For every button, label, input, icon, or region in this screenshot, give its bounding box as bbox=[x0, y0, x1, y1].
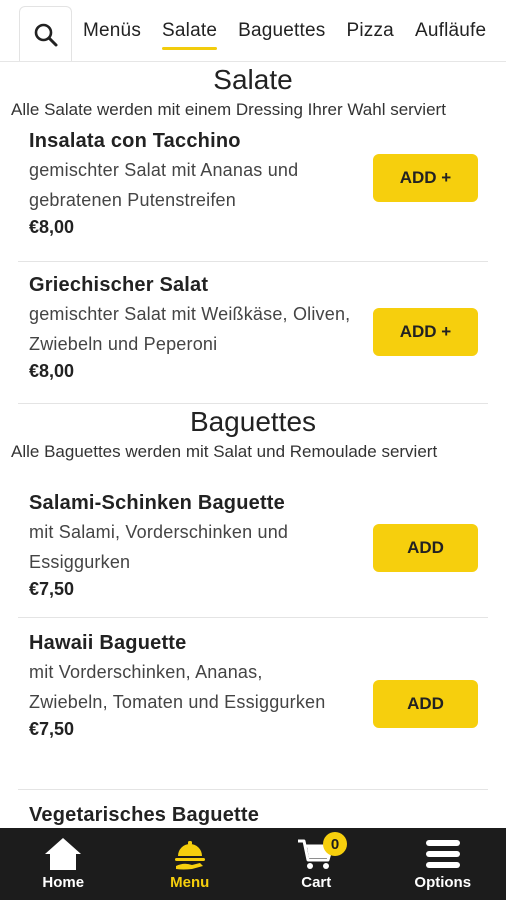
section-title: Baguettes bbox=[189, 406, 317, 437]
add-button[interactable]: ADD bbox=[373, 680, 478, 728]
tab-menus[interactable]: Menüs bbox=[83, 16, 141, 46]
item-price: €7,50 bbox=[29, 579, 75, 599]
menu-item[interactable]: Insalata con Tacchino gemischter Salat m… bbox=[18, 120, 488, 262]
bottom-navigation: Home Menu 0 Cart Options bbox=[0, 828, 506, 900]
nav-menu[interactable]: Menu bbox=[127, 828, 254, 900]
nav-options[interactable]: Options bbox=[380, 828, 506, 900]
add-button[interactable]: ADD + bbox=[373, 308, 478, 356]
item-name: Griechischer Salat bbox=[29, 274, 209, 296]
item-price: €8,00 bbox=[29, 217, 75, 237]
hamburger-icon bbox=[425, 840, 460, 868]
nav-label: Cart bbox=[301, 874, 332, 891]
nav-label: Options bbox=[414, 874, 472, 891]
section-description: Alle Salate werden mit einem Dressing Ih… bbox=[11, 100, 446, 119]
menu-item[interactable]: Hawaii Baguette mit Vorderschinken, Anan… bbox=[18, 618, 488, 790]
search-button[interactable] bbox=[19, 6, 72, 61]
item-name: Insalata con Tacchino bbox=[29, 130, 241, 152]
item-name: Vegetarisches Baguette bbox=[29, 804, 260, 826]
add-button[interactable]: ADD + bbox=[373, 154, 478, 202]
section-description: Alle Baguettes werden mit Salat und Remo… bbox=[11, 442, 438, 461]
add-button[interactable]: ADD bbox=[373, 524, 478, 572]
section-title: Salate bbox=[213, 64, 293, 95]
search-icon bbox=[34, 23, 57, 46]
item-description: mit Salami, Vorderschinken und Essiggurk… bbox=[29, 522, 289, 572]
category-tabs: Menüs Salate Baguettes Pizza Aufläufe bbox=[83, 0, 506, 61]
tab-auflaeufe[interactable]: Aufläufe bbox=[415, 16, 486, 46]
item-price: €8,00 bbox=[29, 361, 75, 381]
section-salate: Salate Alle Salate werden mit einem Dres… bbox=[0, 62, 506, 404]
tab-pizza[interactable]: Pizza bbox=[346, 16, 393, 46]
menu-item[interactable]: Salami-Schinken Baguette mit Salami, Vor… bbox=[18, 468, 488, 618]
item-description: mit Vorderschinken, Ananas, Zwiebeln, To… bbox=[29, 662, 326, 712]
item-description: gemischter Salat mit Ananas und gebraten… bbox=[29, 160, 299, 210]
category-bar: Menüs Salate Baguettes Pizza Aufläufe bbox=[0, 0, 506, 62]
item-name: Salami-Schinken Baguette bbox=[29, 492, 285, 514]
nav-home[interactable]: Home bbox=[0, 828, 127, 900]
menu-content[interactable]: Salate Alle Salate werden mit einem Dres… bbox=[0, 62, 506, 828]
nav-cart[interactable]: 0 Cart bbox=[253, 828, 380, 900]
section-baguettes: Baguettes Alle Baguettes werden mit Sala… bbox=[0, 404, 506, 828]
tab-baguettes[interactable]: Baguettes bbox=[238, 16, 325, 46]
nav-label: Menu bbox=[170, 874, 210, 891]
menu-item[interactable]: Griechischer Salat gemischter Salat mit … bbox=[18, 262, 488, 404]
menu-item[interactable]: Vegetarisches Baguette bbox=[18, 790, 488, 828]
cart-count-badge: 0 bbox=[323, 832, 347, 856]
menu-cloche-icon bbox=[174, 841, 205, 870]
item-name: Hawaii Baguette bbox=[29, 632, 187, 654]
tab-salate[interactable]: Salate bbox=[162, 16, 218, 50]
home-icon bbox=[45, 838, 82, 870]
nav-label: Home bbox=[42, 874, 85, 891]
item-description: gemischter Salat mit Weißkäse, Oliven, Z… bbox=[29, 304, 351, 354]
